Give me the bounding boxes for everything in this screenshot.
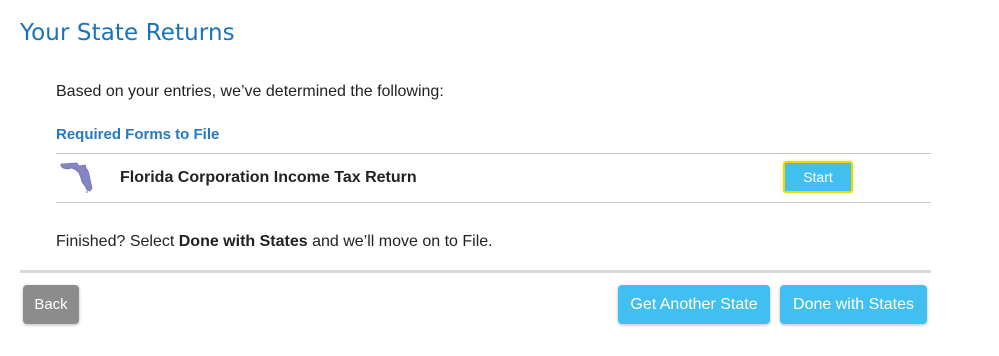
done-with-states-button[interactable]: Done with States [780, 285, 927, 324]
required-forms-heading: Required Forms to File [56, 126, 220, 143]
get-another-state-button[interactable]: Get Another State [618, 285, 770, 324]
finished-prefix: Finished? Select [56, 233, 179, 250]
required-forms-table: Florida Corporation Income Tax Return St… [56, 153, 931, 203]
back-button[interactable]: Back [23, 285, 79, 324]
footer-divider [20, 270, 931, 273]
page-title: Your State Returns [20, 20, 235, 46]
florida-state-icon [60, 162, 93, 193]
finished-suffix: and we’ll move on to File. [307, 233, 493, 250]
finished-instructions: Finished? Select Done with States and we… [56, 233, 493, 251]
start-button[interactable]: Start [783, 161, 853, 193]
form-name: Florida Corporation Income Tax Return [120, 169, 417, 186]
done-with-states-emphasis: Done with States [178, 233, 308, 250]
intro-text: Based on your entries, we’ve determined … [56, 83, 444, 100]
